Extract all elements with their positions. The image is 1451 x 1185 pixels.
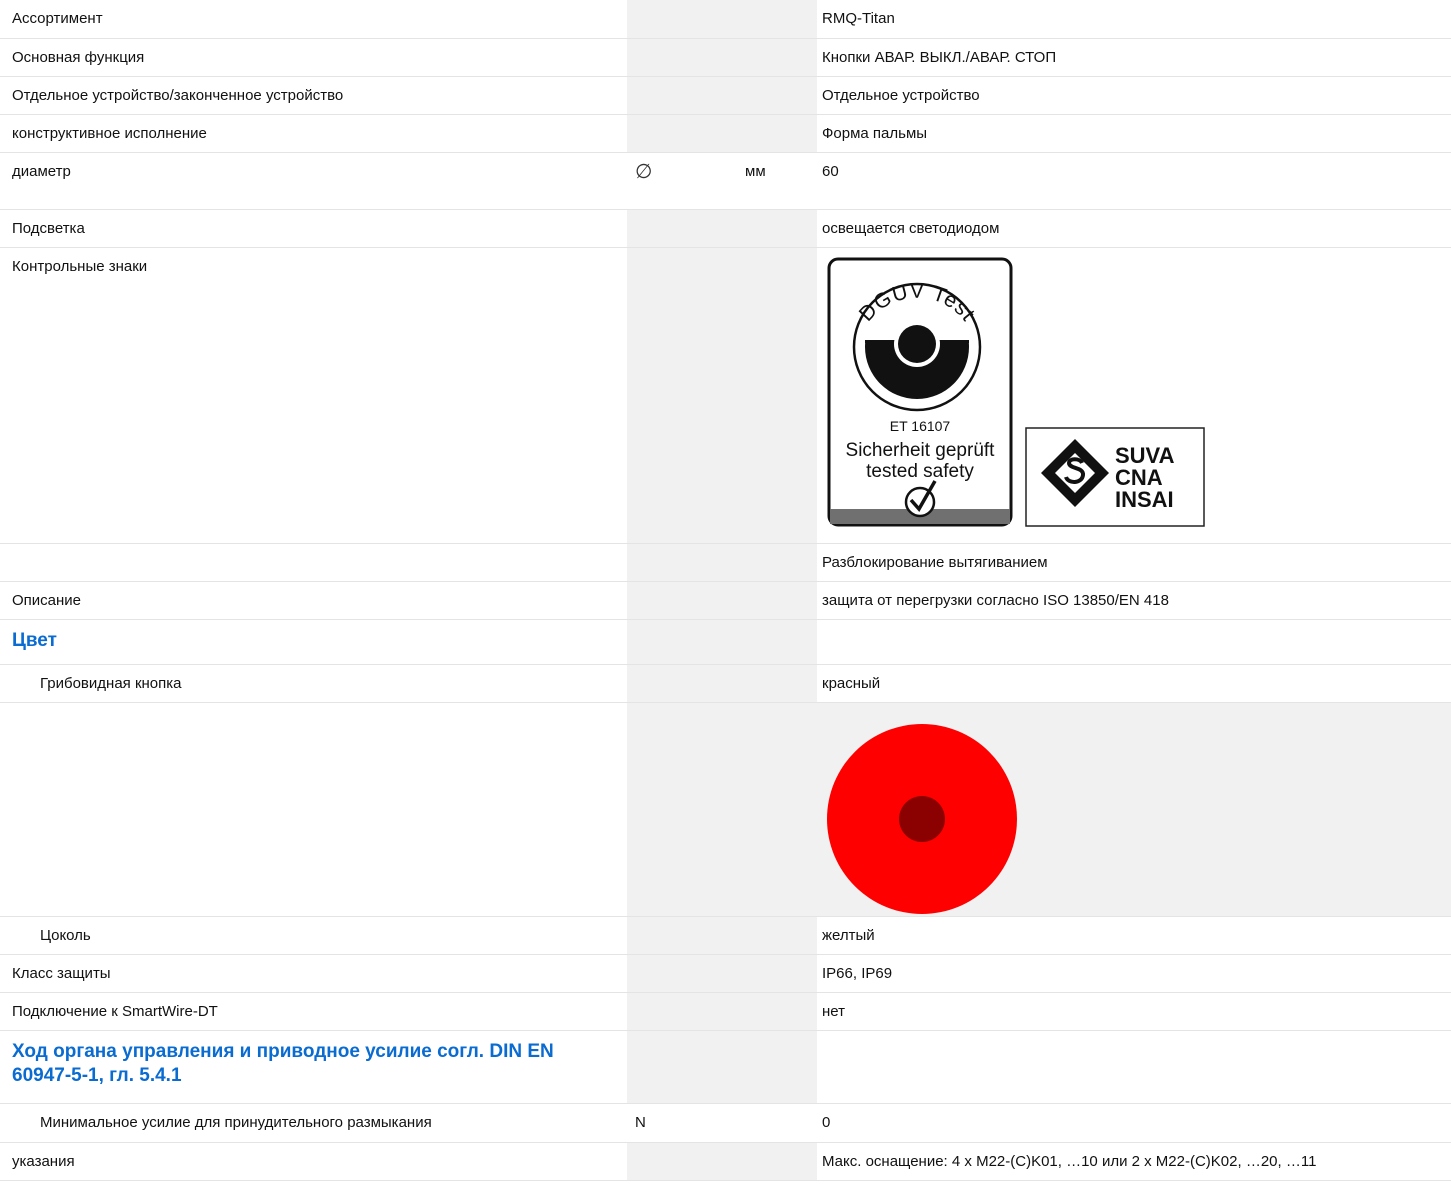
section-title: Цвет (12, 629, 57, 651)
row-label: Описание (0, 581, 627, 620)
section-travel: Ход органа управления и приводное усилие… (0, 1030, 1451, 1104)
suva-logo: SUVA CNA INSAI (1025, 426, 1205, 527)
row-main-function: Основная функция Кнопки АВАР. ВЫКЛ./АВАР… (0, 38, 1451, 77)
row-label: Цоколь (0, 916, 627, 955)
dguv-number: ET 16107 (890, 418, 951, 434)
row-label: диаметр (0, 152, 627, 210)
row-value: Разблокирование вытягиванием (817, 543, 1451, 582)
certification-logos: DGUV Test ET 16107 Sicherheit geprüft te… (822, 257, 1451, 527)
row-design: конструктивное исполнение Форма пальмы (0, 114, 1451, 153)
row-base: Цоколь желтый (0, 916, 1451, 955)
row-label: Грибовидная кнопка (0, 664, 627, 703)
row-label: указания (0, 1142, 627, 1181)
diameter-icon: ∅ (635, 160, 653, 183)
row-protection: Класс защиты IP66, IP69 (0, 954, 1451, 993)
row-value: 60 (817, 152, 1451, 210)
row-value: IP66, IP69 (817, 954, 1451, 993)
row-value: RMQ-Titan (817, 0, 1451, 39)
row-smartwire: Подключение к SmartWire-DT нет (0, 992, 1451, 1031)
row-value: Кнопки АВАР. ВЫКЛ./АВАР. СТОП (817, 38, 1451, 77)
row-label: Подключение к SmartWire-DT (0, 992, 627, 1031)
row-label: Отдельное устройство/законченное устройс… (0, 76, 627, 115)
row-value: Отдельное устройство (817, 76, 1451, 115)
row-label: Контрольные знаки (0, 247, 627, 544)
row-value: 0 (817, 1103, 1451, 1143)
row-marks: Контрольные знаки DGUV Test ET 16107 Sic… (0, 247, 1451, 544)
row-value: защита от перегрузки согласно ISO 13850/… (817, 581, 1451, 620)
row-diameter: диаметр ∅ мм 60 (0, 152, 1451, 210)
row-symbol: N (627, 1103, 741, 1143)
row-label: Минимальное усилие для принудительного р… (0, 1103, 627, 1143)
row-label (0, 543, 627, 582)
row-value: нет (817, 992, 1451, 1031)
row-description: Описание защита от перегрузки согласно I… (0, 581, 1451, 620)
row-value: Форма пальмы (817, 114, 1451, 153)
row-unit: мм (741, 152, 817, 210)
row-unlock: Разблокирование вытягиванием (0, 543, 1451, 582)
red-button-icon (827, 723, 1017, 914)
suva-line3: INSAI (1115, 487, 1174, 512)
row-button-image (0, 702, 1451, 917)
row-value: желтый (817, 916, 1451, 955)
row-label: Класс защиты (0, 954, 627, 993)
spec-table: Ассортимент RMQ-Titan Основная функция К… (0, 0, 1451, 1181)
row-value: Макс. оснащение: 4 x M22-(C)K01, …10 или… (817, 1142, 1451, 1181)
dguv-line1: Sicherheit geprüft (846, 440, 996, 461)
row-value: освещается светодиодом (817, 209, 1451, 248)
row-lighting: Подсветка освещается светодиодом (0, 209, 1451, 248)
row-label: Ассортимент (0, 0, 627, 39)
dguv-line2: tested safety (866, 461, 974, 482)
row-notes: указания Макс. оснащение: 4 x M22-(C)K01… (0, 1142, 1451, 1181)
section-title: Ход органа управления и приводное усилие… (12, 1040, 554, 1086)
row-device-type: Отдельное устройство/законченное устройс… (0, 76, 1451, 115)
spec-page: Ассортимент RMQ-Titan Основная функция К… (0, 0, 1451, 1181)
row-min-force: Минимальное усилие для принудительного р… (0, 1103, 1451, 1143)
row-value: красный (817, 664, 1451, 703)
dguv-test-logo: DGUV Test ET 16107 Sicherheit geprüft te… (827, 257, 1013, 526)
row-assortment: Ассортимент RMQ-Titan (0, 0, 1451, 39)
row-mushroom: Грибовидная кнопка красный (0, 664, 1451, 703)
section-color: Цвет (0, 619, 1451, 665)
row-label: конструктивное исполнение (0, 114, 627, 153)
row-label: Основная функция (0, 38, 627, 77)
row-label: Подсветка (0, 209, 627, 248)
